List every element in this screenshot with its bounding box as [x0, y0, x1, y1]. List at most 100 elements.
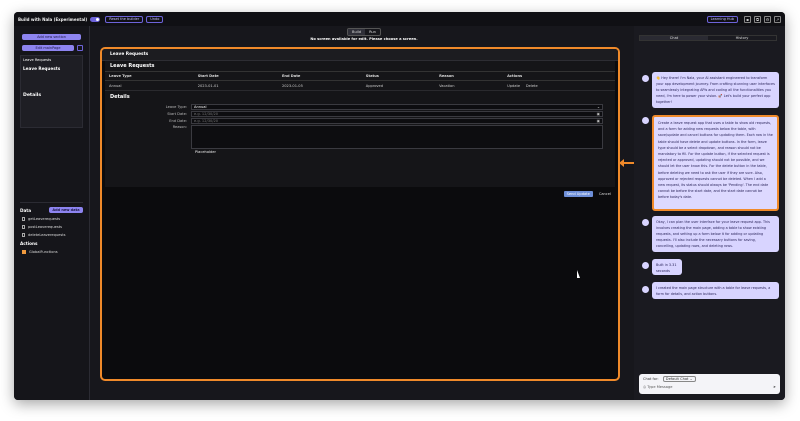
- tree-sub-leave-requests: Leave Requests: [23, 66, 61, 71]
- export-icon[interactable]: ↗: [774, 15, 781, 23]
- chat-for-label: Chat for:: [643, 377, 659, 381]
- placeholder-text: Placeholder: [195, 150, 216, 154]
- screen-tree-preview[interactable]: Leave Requests Leave Requests Details: [20, 55, 83, 128]
- cell-actions: Update Delete: [503, 80, 615, 91]
- tree-item-leave-requests: Leave Requests: [23, 58, 52, 62]
- leave-type-label: Leave Type:: [165, 105, 187, 109]
- column-header: End Date: [277, 72, 362, 81]
- app-preview-canvas: Leave Requests Leave Requests Leave Type…: [100, 47, 620, 381]
- copy-icon[interactable]: ⧉: [754, 15, 761, 23]
- start-date-label: Start Date:: [167, 112, 187, 116]
- chevron-down-icon: ⌄: [596, 105, 600, 109]
- column-header: Status: [361, 72, 436, 81]
- send-update-button[interactable]: Send Update: [563, 191, 593, 197]
- actions-title: Actions: [20, 241, 38, 246]
- actions-section-header: Actions: [20, 241, 83, 246]
- chat-tabs: Chat History: [639, 35, 777, 41]
- top-bar: Build with Nala (Experimental) Reset the…: [14, 12, 785, 26]
- delete-row-button[interactable]: Delete: [526, 84, 538, 88]
- add-data-button[interactable]: Add new data: [49, 207, 83, 213]
- experimental-toggle[interactable]: [90, 16, 101, 22]
- assistant-message: I created the main page structure with a…: [652, 282, 779, 299]
- learning-hub-button[interactable]: Learning Hub: [706, 15, 738, 23]
- cell-end-date: 2023-01-05: [277, 80, 362, 91]
- reason-label: Reason:: [172, 125, 187, 129]
- app-title: Build with Nala (Experimental): [18, 16, 88, 22]
- user-message: Create a leave request app that uses a t…: [652, 115, 779, 211]
- file-icon: [22, 217, 25, 221]
- assistant-message: Okay, I can plan the user interface for …: [652, 216, 779, 252]
- save-icon[interactable]: ▪: [744, 15, 751, 23]
- leave-requests-table: Leave Type Start Date End Date Status Re…: [105, 72, 615, 91]
- cell-leave-type: Annual: [105, 80, 194, 91]
- edit-mainpage-button[interactable]: Edit mainPage: [22, 45, 74, 51]
- build-time-message: Built in 3.31 seconds: [652, 259, 682, 275]
- column-header: Leave Type: [105, 72, 194, 81]
- leave-type-select[interactable]: Annual ⌄: [191, 104, 603, 110]
- data-item[interactable]: deleteLeaverequests: [22, 233, 83, 237]
- assistant-avatar-icon: [642, 219, 649, 226]
- cancel-button[interactable]: Cancel: [599, 192, 611, 196]
- details-title: Details: [110, 94, 130, 100]
- function-icon: [22, 250, 26, 254]
- attach-icon[interactable]: ◎: [643, 385, 646, 389]
- reason-textarea[interactable]: [191, 125, 603, 149]
- run-tab[interactable]: Run: [365, 29, 380, 35]
- data-title: Data: [20, 207, 32, 213]
- build-run-toggle[interactable]: Build Run: [347, 28, 381, 36]
- mouse-cursor-icon: [577, 270, 580, 278]
- user-avatar-icon: [642, 117, 649, 124]
- end-date-label: End Date:: [169, 119, 187, 123]
- assistant-avatar-icon: [642, 262, 649, 269]
- chat-panel: Chat History 👋 Hey there! I'm Nala, your…: [634, 26, 785, 400]
- tab-history[interactable]: History: [708, 36, 776, 40]
- action-item[interactable]: GlobalFunctions: [22, 250, 83, 254]
- cell-status: Approved: [361, 80, 436, 91]
- column-header: Reason: [435, 72, 504, 81]
- reason-row: Reason:: [105, 125, 615, 149]
- start-date-row: Start Date: e.g. 12/30/20 ▣: [105, 111, 615, 117]
- app-body: Leave Requests Leave Type Start Date End…: [105, 61, 615, 197]
- data-item[interactable]: getLeaverequests: [22, 217, 83, 221]
- message-input[interactable]: Type Message: [647, 385, 672, 389]
- app-header: Leave Requests: [102, 49, 618, 61]
- left-panel: Add new section Edit mainPage Leave Requ…: [14, 26, 90, 400]
- chat-selector-row: Chat for: Default Chat ⌄: [643, 376, 776, 382]
- settings-icon[interactable]: ⚙: [764, 15, 771, 23]
- no-screen-message: No screen available for edit. Please cho…: [310, 37, 418, 41]
- table-section-title: Leave Requests: [105, 61, 615, 72]
- app-window: Build with Nala (Experimental) Reset the…: [14, 12, 785, 400]
- table-row: Annual 2023-01-01 2023-01-05 Approved Va…: [105, 80, 615, 91]
- tab-chat[interactable]: Chat: [640, 36, 708, 40]
- undo-button[interactable]: Undo: [146, 15, 164, 23]
- cell-start-date: 2023-01-01: [193, 80, 278, 91]
- start-date-input[interactable]: e.g. 12/30/20 ▣: [191, 111, 603, 117]
- tree-details: Details: [23, 93, 42, 98]
- calendar-icon[interactable]: ▣: [597, 119, 600, 123]
- form-actions: Send Update Cancel: [563, 191, 611, 197]
- file-icon: [22, 225, 25, 229]
- end-date-input[interactable]: e.g. 12/30/20 ▣: [191, 118, 603, 124]
- end-date-row: End Date: e.g. 12/30/20 ▣: [105, 118, 615, 124]
- assistant-avatar-icon: [642, 286, 649, 293]
- add-section-button[interactable]: Add new section: [22, 34, 81, 40]
- file-icon: [22, 233, 25, 237]
- assistant-message: 👋 Hey there! I'm Nala, your AI assistant…: [652, 72, 779, 108]
- cell-reason: Vacation: [435, 80, 504, 91]
- divider: [20, 202, 83, 203]
- update-row-button[interactable]: Update: [507, 84, 520, 88]
- column-header: Start Date: [193, 72, 278, 81]
- column-header: Actions: [503, 72, 615, 81]
- build-tab[interactable]: Build: [348, 29, 366, 35]
- table-header-row: Leave Type Start Date End Date Status Re…: [105, 72, 615, 81]
- assistant-avatar-icon: [642, 75, 649, 82]
- chat-select[interactable]: Default Chat ⌄: [662, 376, 696, 382]
- message-input-row: ◎ Type Message ➤: [643, 385, 776, 389]
- chat-input-area: Chat for: Default Chat ⌄ ◎ Type Message …: [639, 374, 780, 394]
- calendar-icon[interactable]: ▣: [597, 112, 600, 116]
- center-header: Build Run No screen available for edit. …: [94, 28, 634, 41]
- send-icon[interactable]: ➤: [773, 385, 776, 389]
- reset-builder-button[interactable]: Reset the builder: [105, 15, 144, 23]
- data-item[interactable]: postLeaverequests: [22, 225, 83, 229]
- page-options-icon[interactable]: [77, 45, 83, 51]
